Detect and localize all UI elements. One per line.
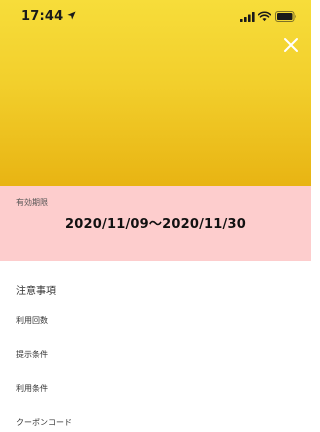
location-arrow-icon bbox=[67, 11, 76, 20]
close-icon[interactable] bbox=[280, 34, 302, 56]
validity-label: 有効期限 bbox=[16, 198, 48, 207]
notes-item-usage-terms: 利用条件 bbox=[16, 384, 48, 393]
coupon-header-banner: 17:44 bbox=[0, 0, 311, 186]
notes-heading: 注意事項 bbox=[16, 286, 56, 297]
validity-period-section: 有効期限 2020/11/09〜2020/11/30 bbox=[0, 186, 311, 261]
notes-item-usage-count: 利用回数 bbox=[16, 316, 48, 325]
status-bar: 17:44 bbox=[0, 0, 311, 34]
wifi-icon bbox=[258, 11, 271, 22]
notes-section: 注意事項 利用回数 提示条件 利用条件 クーポンコード bbox=[0, 261, 311, 432]
close-button[interactable] bbox=[280, 34, 302, 56]
notes-item-presentation-terms: 提示条件 bbox=[16, 350, 48, 359]
battery-icon bbox=[275, 11, 296, 22]
validity-dates: 2020/11/09〜2020/11/30 bbox=[65, 217, 246, 232]
notes-item-coupon-code: クーポンコード bbox=[16, 418, 72, 427]
signal-bars-icon bbox=[240, 12, 255, 22]
status-time: 17:44 bbox=[21, 9, 64, 24]
